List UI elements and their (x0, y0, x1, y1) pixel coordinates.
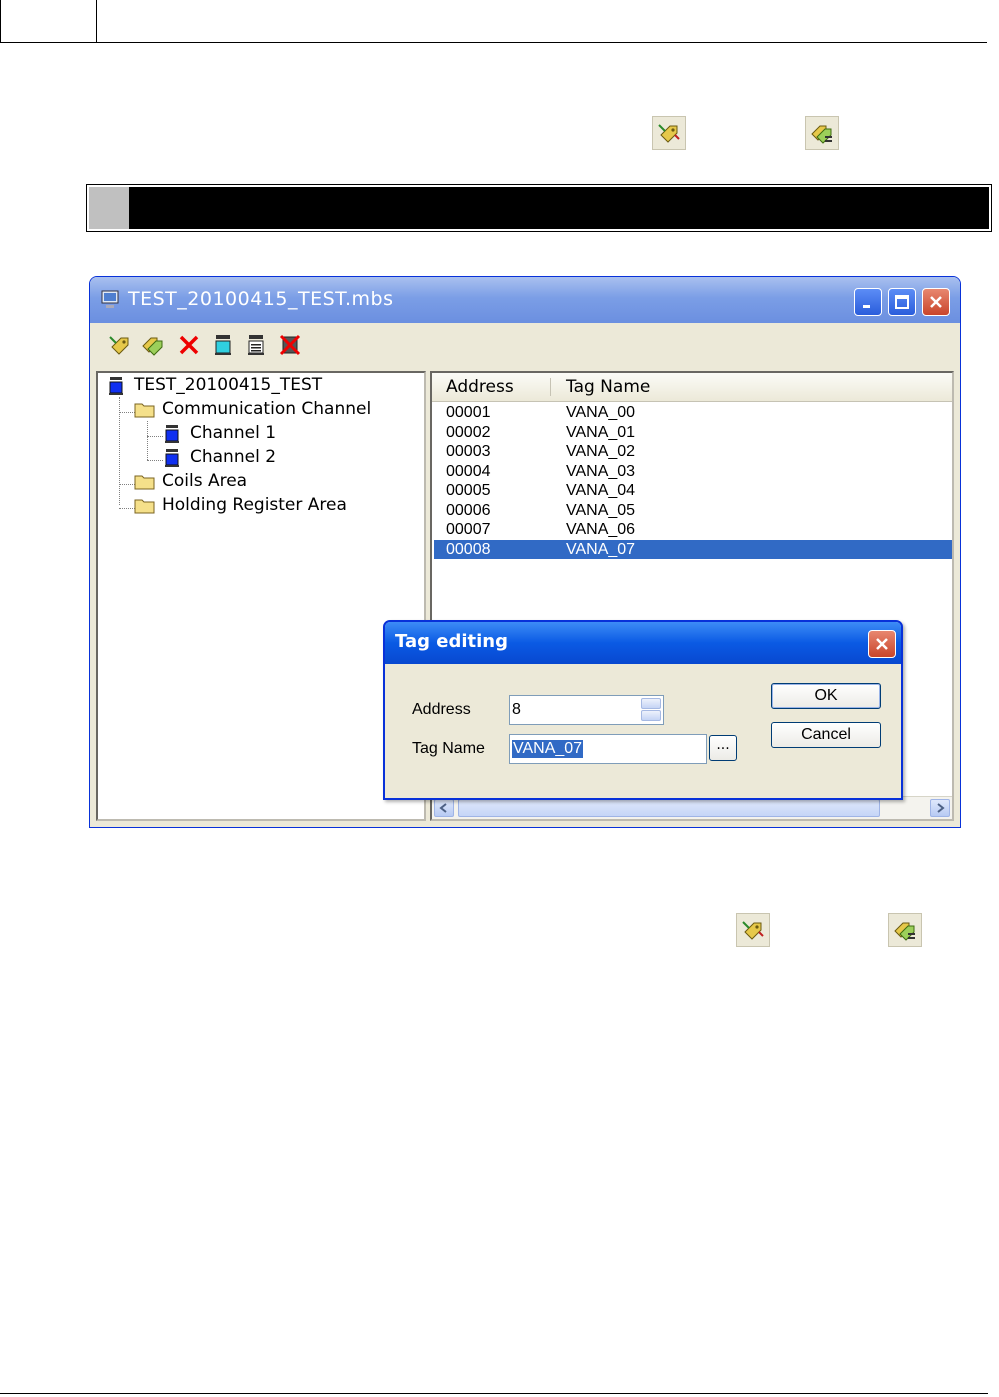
page-number-box (0, 0, 97, 43)
delete-icon[interactable] (177, 333, 201, 357)
window-title: TEST_20100415_TEST.mbs (128, 288, 394, 310)
cell-tag-name: VANA_05 (566, 501, 636, 519)
scroll-right-button[interactable] (930, 799, 950, 817)
channel-icon[interactable] (211, 333, 235, 357)
table-row[interactable]: 00001 VANA_00 (434, 403, 952, 423)
scroll-thumb[interactable] (458, 799, 880, 817)
dialog-title: Tag editing (395, 631, 508, 652)
header-rule (97, 42, 987, 43)
table-row[interactable]: 00008 VANA_07 (434, 539, 952, 559)
tag-editing-dialog: Tag editing Address 8 Tag Name VANA_07 .… (383, 620, 903, 800)
list-header: Address Tag Name (432, 373, 952, 402)
cell-tag-name: VANA_03 (566, 462, 636, 480)
section-heading-bar (86, 184, 992, 232)
cell-address: 00007 (446, 521, 491, 538)
cell-tag-name: VANA_01 (566, 423, 636, 441)
add-tag-icon (736, 913, 770, 947)
folder-icon (134, 496, 156, 521)
dialog-title-bar[interactable]: Tag editing (385, 622, 901, 664)
edit-tag-icon (805, 116, 839, 150)
edit-tag-icon (888, 913, 922, 947)
cell-tag-name: VANA_04 (566, 482, 636, 499)
cell-tag-name: VANA_00 (566, 404, 636, 421)
address-spin-buttons[interactable] (641, 698, 661, 722)
table-row[interactable]: 00006 VANA_05 (434, 501, 952, 521)
close-button[interactable] (922, 288, 950, 316)
column-header-tag-name[interactable]: Tag Name (566, 377, 650, 397)
table-row[interactable]: 00004 VANA_03 (434, 462, 952, 482)
cell-address: 00008 (446, 540, 491, 558)
tag-name-label: Tag Name (412, 740, 485, 757)
tree-item-label: Channel 2 (190, 447, 277, 467)
cell-tag-name: VANA_06 (566, 521, 636, 538)
maximize-button[interactable] (888, 288, 916, 316)
cell-address: 00003 (446, 443, 491, 460)
computer-icon (100, 289, 122, 315)
spin-up-icon[interactable] (641, 698, 661, 709)
tree-item-label: Coils Area (162, 471, 248, 491)
title-bar[interactable]: TEST_20100415_TEST.mbs (90, 277, 960, 323)
cell-tag-name: VANA_07 (566, 540, 636, 558)
add-tag-icon (652, 116, 686, 150)
ok-button[interactable]: OK (771, 683, 881, 709)
address-spinbox[interactable]: 8 (509, 695, 664, 725)
open-folder-icon (134, 472, 156, 497)
footer-rule (0, 1393, 988, 1394)
spin-down-icon[interactable] (641, 710, 661, 721)
cell-address: 00002 (446, 423, 491, 441)
cell-tag-name: VANA_02 (566, 443, 636, 460)
cell-address: 00006 (446, 501, 491, 519)
column-header-address[interactable]: Address (446, 377, 514, 397)
channel-icon (162, 424, 182, 449)
delete-area-icon[interactable] (278, 333, 302, 357)
project-icon (106, 376, 126, 401)
register-icon[interactable] (244, 333, 268, 357)
project-tree[interactable]: TEST_20100415_TEST Communication Channel… (96, 371, 426, 821)
cell-address: 00004 (446, 462, 491, 480)
tree-item-label: Communication Channel (162, 399, 372, 419)
table-row[interactable]: 00007 VANA_06 (434, 520, 952, 540)
scroll-left-button[interactable] (434, 799, 454, 817)
browse-button[interactable]: ... (709, 735, 737, 761)
tree-root-label: TEST_20100415_TEST (134, 375, 323, 395)
address-label: Address (412, 701, 471, 718)
cell-address: 00001 (446, 404, 491, 421)
tree-item-label: Holding Register Area (162, 495, 347, 515)
edit-tag-icon[interactable] (141, 333, 165, 357)
minimize-button[interactable] (854, 288, 882, 316)
address-value: 8 (512, 701, 521, 718)
table-row[interactable]: 00003 VANA_02 (434, 442, 952, 462)
open-folder-icon (134, 400, 156, 425)
tag-name-value: VANA_07 (512, 740, 584, 758)
cell-address: 00005 (446, 482, 491, 499)
dialog-close-button[interactable] (868, 630, 896, 658)
table-row[interactable]: 00002 VANA_01 (434, 423, 952, 443)
cancel-button[interactable]: Cancel (771, 722, 881, 748)
tree-item-label: Channel 1 (190, 423, 277, 443)
add-tag-icon[interactable] (108, 333, 132, 357)
tag-name-input[interactable]: VANA_07 (509, 734, 707, 764)
channel-icon (162, 448, 182, 473)
table-row[interactable]: 00005 VANA_04 (434, 481, 952, 501)
